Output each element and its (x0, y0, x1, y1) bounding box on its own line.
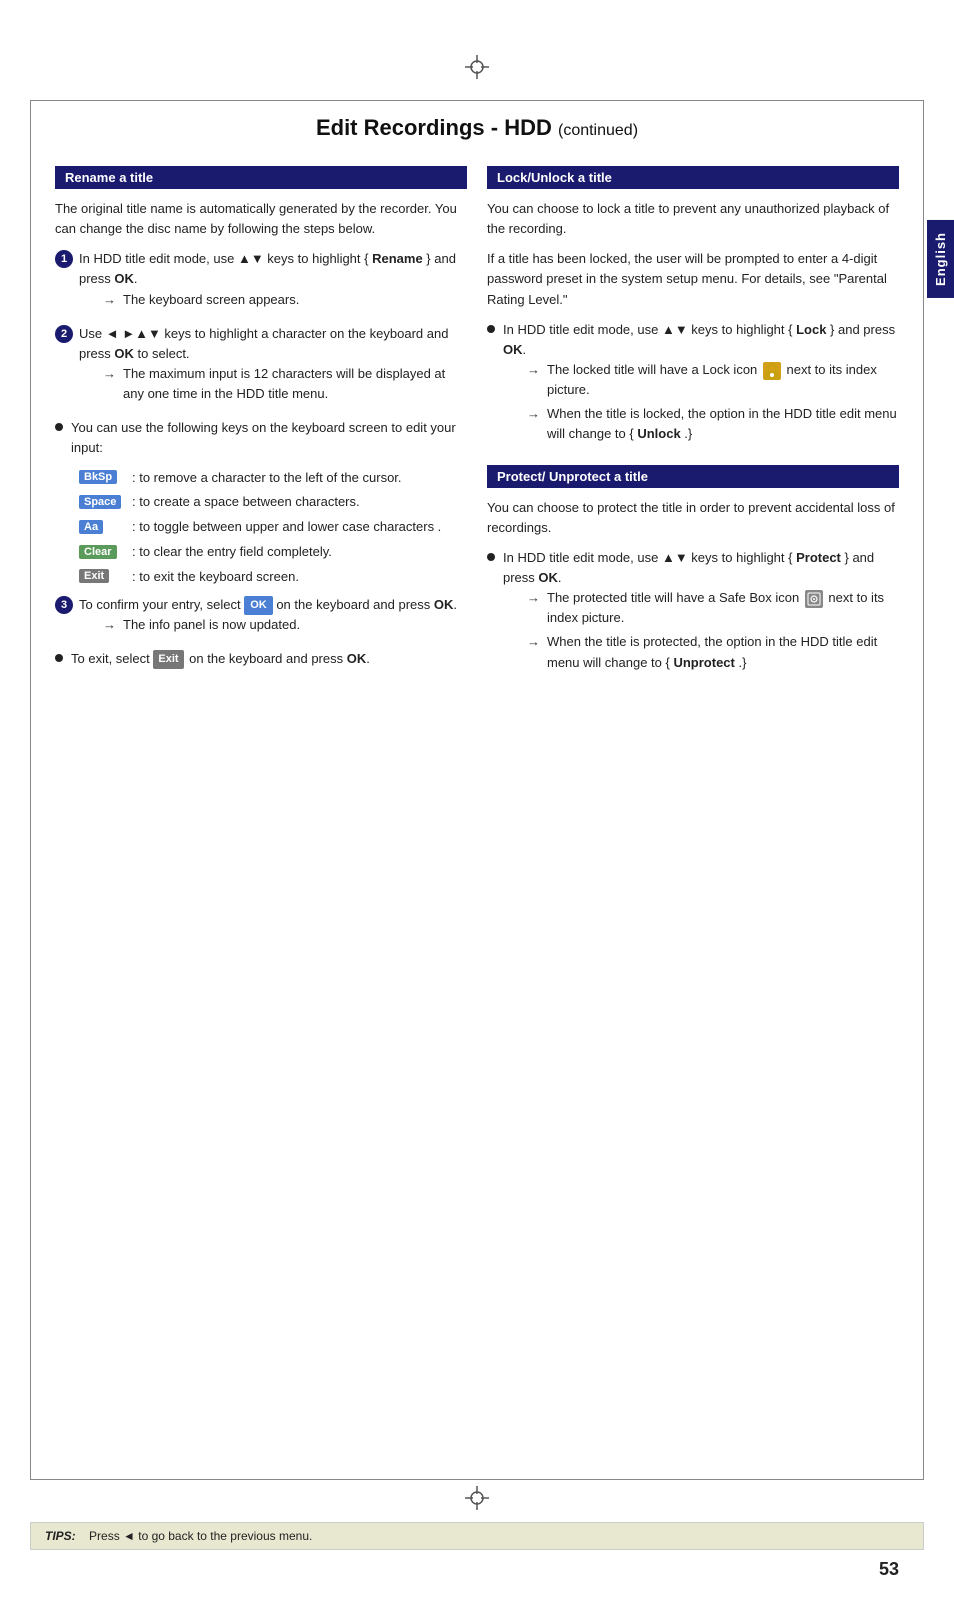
protect-section-header: Protect/ Unprotect a title (487, 465, 899, 488)
step-1-arrow-text: The keyboard screen appears. (123, 290, 299, 310)
key-row-clear: Clear : to clear the entry field complet… (79, 543, 467, 562)
step-1: 1 In HDD title edit mode, use ▲▼ keys to… (55, 249, 467, 313)
crosshair-top-icon (465, 55, 489, 79)
title-main: Edit Recordings - HDD (316, 115, 552, 140)
english-tab: English (927, 220, 954, 298)
exit-bullet: To exit, select Exit on the keyboard and… (55, 649, 467, 669)
rename-section-header: Rename a title (55, 166, 467, 189)
step-2-arrow-text: The maximum input is 12 characters will … (123, 364, 467, 404)
page-title: Edit Recordings - HDD (continued) (0, 0, 954, 161)
step-2-number: 2 (55, 325, 73, 343)
ok-button-inline: OK (244, 596, 273, 615)
tips-text: Press ◄ to go back to the previous menu. (89, 1529, 312, 1543)
bullet-dot (55, 423, 63, 431)
exit-bullet-dot (55, 654, 63, 662)
protect-arrow-1-text: The protected title will have a Safe Box… (547, 588, 899, 628)
lock-icon (763, 362, 781, 380)
step-3-text: To confirm your entry, select OK on the … (79, 595, 457, 639)
key-row-exit: Exit : to exit the keyboard screen. (79, 568, 467, 587)
lock-arrow-icon-2: → (527, 404, 541, 444)
step-3-arrow-text: The info panel is now updated. (123, 615, 300, 635)
rename-intro: The original title name is automatically… (55, 199, 467, 239)
protect-bullet: In HDD title edit mode, use ▲▼ keys to h… (487, 548, 899, 677)
page-number: 53 (879, 1559, 899, 1580)
crosshair-bottom-icon (465, 1486, 489, 1510)
page-container: English Edit Recordings - HDD (continued… (0, 0, 954, 1610)
lock-arrow-1: → The locked title will have a Lock icon… (503, 360, 899, 400)
step-1-text: In HDD title edit mode, use ▲▼ keys to h… (79, 249, 467, 313)
step-2: 2 Use ◄ ►▲▼ keys to highlight a characte… (55, 324, 467, 409)
protect-bullet-dot (487, 553, 495, 561)
bksp-key: BkSp (79, 470, 117, 484)
keyboard-keys-bullet: You can use the following keys on the ke… (55, 418, 467, 458)
content-area: Rename a title The original title name i… (0, 166, 954, 687)
right-column: Lock/Unlock a title You can choose to lo… (487, 166, 899, 687)
border-top (30, 100, 924, 101)
key-cell-aa: Aa (79, 518, 124, 534)
protect-arrow-2: → When the title is protected, the optio… (503, 632, 899, 672)
protect-arrow-icon-2: → (527, 632, 541, 672)
protect-bullet-text: In HDD title edit mode, use ▲▼ keys to h… (503, 548, 899, 677)
key-row-bksp: BkSp : to remove a character to the left… (79, 469, 467, 488)
step-2-text: Use ◄ ►▲▼ keys to highlight a character … (79, 324, 467, 409)
lock-arrow-icon-1: → (527, 360, 541, 400)
border-right (923, 100, 924, 1480)
key-cell-space: Space (79, 493, 124, 509)
lock-bullet-dot (487, 325, 495, 333)
space-key: Space (79, 495, 121, 509)
keyboard-keys-text: You can use the following keys on the ke… (71, 418, 467, 458)
step-3: 3 To confirm your entry, select OK on th… (55, 595, 467, 639)
exit-key: Exit (79, 569, 109, 583)
space-desc: : to create a space between characters. (132, 493, 467, 512)
key-row-space: Space : to create a space between charac… (79, 493, 467, 512)
clear-desc: : to clear the entry field completely. (132, 543, 467, 562)
border-left (30, 100, 31, 1480)
lock-arrow-1-text: The locked title will have a Lock icon n… (547, 360, 899, 400)
key-table: BkSp : to remove a character to the left… (79, 469, 467, 587)
arrow-icon-3: → (103, 615, 117, 635)
title-suffix: (continued) (558, 122, 638, 139)
exit-bullet-text: To exit, select Exit on the keyboard and… (71, 649, 370, 669)
clear-key: Clear (79, 545, 117, 559)
key-cell-clear: Clear (79, 543, 124, 559)
arrow-icon: → (103, 290, 117, 310)
left-column: Rename a title The original title name i… (55, 166, 467, 687)
key-cell-exit: Exit (79, 568, 124, 584)
key-cell-bksp: BkSp (79, 469, 124, 485)
lock-intro: You can choose to lock a title to preven… (487, 199, 899, 239)
step-1-number: 1 (55, 250, 73, 268)
protect-arrow-icon-1: → (527, 588, 541, 628)
border-bottom (30, 1479, 924, 1480)
exit-desc: : to exit the keyboard screen. (132, 568, 467, 587)
step-2-arrow: → The maximum input is 12 characters wil… (79, 364, 467, 404)
step-3-number: 3 (55, 596, 73, 614)
protect-arrow-1: → The protected title will have a Safe B… (503, 588, 899, 628)
key-row-aa: Aa : to toggle between upper and lower c… (79, 518, 467, 537)
aa-desc: : to toggle between upper and lower case… (132, 518, 467, 537)
tips-label: TIPS: (45, 1529, 76, 1543)
protect-arrow-2-text: When the title is protected, the option … (547, 632, 899, 672)
lock-arrow-2: → When the title is locked, the option i… (503, 404, 899, 444)
lock-bullet: In HDD title edit mode, use ▲▼ keys to h… (487, 320, 899, 449)
step-3-arrow: → The info panel is now updated. (79, 615, 457, 635)
lock-body: If a title has been locked, the user wil… (487, 249, 899, 309)
tips-bar: TIPS: Press ◄ to go back to the previous… (30, 1522, 924, 1550)
protect-intro: You can choose to protect the title in o… (487, 498, 899, 538)
bksp-desc: : to remove a character to the left of t… (132, 469, 467, 488)
lock-arrow-2-text: When the title is locked, the option in … (547, 404, 899, 444)
aa-key: Aa (79, 520, 103, 534)
step-1-arrow: → The keyboard screen appears. (79, 290, 467, 310)
safe-icon (805, 590, 823, 608)
exit-key-inline: Exit (153, 650, 183, 669)
lock-section-header: Lock/Unlock a title (487, 166, 899, 189)
lock-bullet-text: In HDD title edit mode, use ▲▼ keys to h… (503, 320, 899, 449)
arrow-icon-2: → (103, 364, 117, 404)
